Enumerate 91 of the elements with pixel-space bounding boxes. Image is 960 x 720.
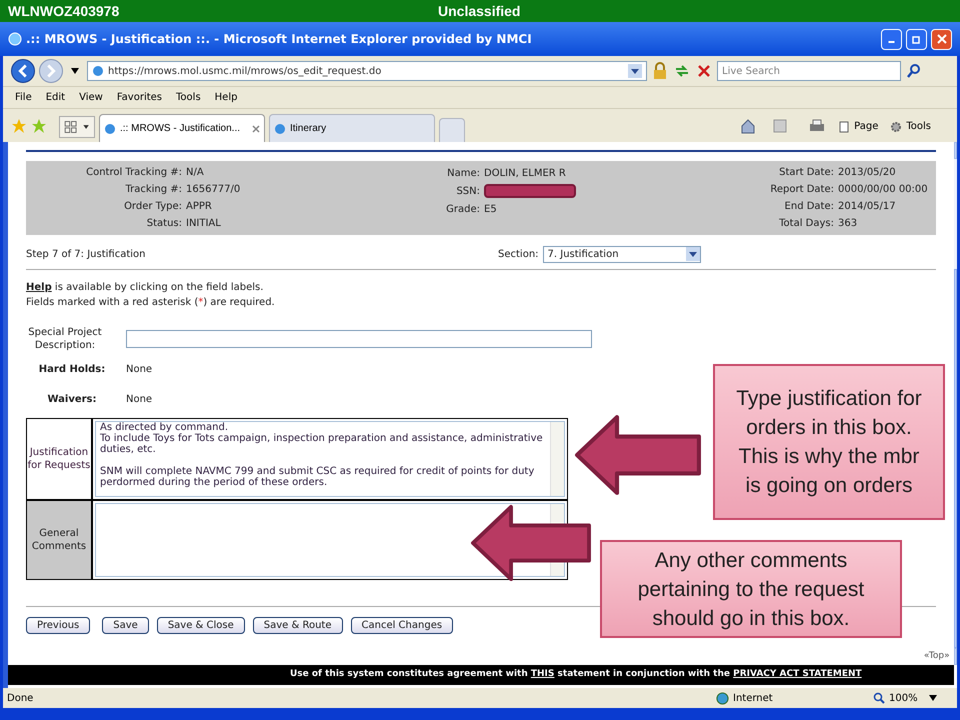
zone-label: Internet xyxy=(733,692,774,706)
menu-item[interactable]: Favorites xyxy=(116,90,162,105)
callout-note: Any other comments pertaining to the request should go in this box. xyxy=(600,540,902,638)
host-name: WLNWOZ403978 xyxy=(8,2,120,20)
form-button[interactable]: Previous xyxy=(26,617,90,634)
grid-icon[interactable] xyxy=(59,116,95,138)
summary-label: Total Days: xyxy=(778,217,834,231)
menu-item[interactable]: Edit xyxy=(46,90,66,105)
top-link[interactable]: «Top» xyxy=(924,650,950,663)
globe-icon xyxy=(8,32,22,46)
field-label[interactable]: Justification for Requests xyxy=(27,419,93,499)
summary-label: End Date: xyxy=(784,200,834,214)
summary-label: Control Tracking #: xyxy=(85,166,182,180)
caret-icon xyxy=(686,247,700,261)
home-icon[interactable] xyxy=(740,118,756,134)
help-text: Help is available by clicking on the field labels. xyxy=(26,281,264,295)
privacy-link[interactable]: PRIVACY ACT STATEMENT xyxy=(733,669,862,680)
footer-text: Use of this system constitutes agreement with THIS statement in conjunction with the PRIVACY ACT STATEMENT xyxy=(290,668,862,682)
summary-label: Status: xyxy=(146,217,182,231)
menu-item[interactable]: File xyxy=(15,90,32,105)
gear-icon xyxy=(890,120,902,132)
globe-icon xyxy=(716,692,729,704)
text-area[interactable]: As directed by command. To include Toys for Tots campaign, inspection preparation and assistance, administrative duties, etc. SNM will complete NAVMC 799 and submit CSC as required for credit of points for duty perdormed during the period of these orders. xyxy=(95,421,565,497)
summary-value: 2013/05/20 xyxy=(838,166,896,180)
lock-icon xyxy=(651,62,669,80)
summary-label: Grade: xyxy=(445,202,480,216)
help-link[interactable]: Help xyxy=(26,282,52,293)
section-dropdown[interactable]: 7. Justification xyxy=(542,246,701,262)
field-label[interactable]: Special Project Description: xyxy=(26,326,104,352)
summary-value: INITIAL xyxy=(186,217,221,231)
summary-value: 2014/05/17 xyxy=(838,200,896,214)
summary-value: APPR xyxy=(186,200,212,214)
caret-icon[interactable] xyxy=(628,64,642,78)
field-value: None xyxy=(126,392,152,406)
status-text: Done xyxy=(7,692,34,706)
dropdown-icon[interactable] xyxy=(71,68,79,74)
menu-item[interactable]: View xyxy=(79,90,103,105)
field-value: None xyxy=(126,362,152,376)
close-icon[interactable] xyxy=(252,124,260,132)
summary-value: 0000/00/00 00:00 xyxy=(838,183,928,197)
required-note: Fields marked with a red asterisk (*) are required. xyxy=(26,296,276,310)
form-button[interactable]: Save & Route xyxy=(252,617,342,634)
summary-value: 1656777/0 xyxy=(186,183,240,197)
classification-label: Unclassified xyxy=(438,2,520,20)
step-label: Step 7 of 7: Justification xyxy=(26,248,146,262)
zoom-level[interactable]: 100% xyxy=(889,690,929,706)
summary-label: SSN: xyxy=(455,184,480,198)
summary-value: E5 xyxy=(484,202,497,216)
menu-item[interactable]: Tools xyxy=(176,90,201,105)
form-button[interactable]: Save xyxy=(102,617,149,634)
zoom-icon[interactable] xyxy=(873,692,885,704)
caret-icon[interactable] xyxy=(929,695,937,701)
address-field[interactable]: https://mrows.mol.usmc.mil/mrows/os_edit_request.do xyxy=(87,61,647,81)
search-field[interactable]: Live Search xyxy=(717,61,901,81)
scrollbar[interactable] xyxy=(954,142,957,665)
globe-icon xyxy=(104,122,116,134)
this-link[interactable]: THIS xyxy=(530,669,554,680)
field-label: Waivers: xyxy=(46,392,98,406)
close-icon xyxy=(936,34,946,44)
back-button[interactable] xyxy=(11,59,35,83)
globe-icon xyxy=(274,122,286,134)
field-label: Hard Holds: xyxy=(38,362,106,376)
url-text: https://mrows.mol.usmc.mil/mrows/os_edit_request.do xyxy=(108,64,382,78)
form-button[interactable]: Save & Close xyxy=(156,617,245,634)
special-project-field[interactable] xyxy=(126,330,592,348)
summary-label: Start Date: xyxy=(778,166,834,180)
command-button[interactable]: Page xyxy=(838,119,878,134)
form-button[interactable]: Cancel Changes xyxy=(350,617,454,634)
close-button[interactable] xyxy=(931,28,952,50)
field-label[interactable]: General Comments xyxy=(27,501,93,579)
menu-item[interactable]: Help xyxy=(214,90,238,105)
browser-tab[interactable]: Itinerary xyxy=(269,114,435,142)
window-title: .:: MROWS - Justification ::. - Microsoft Internet Explorer provided by NMCI xyxy=(26,31,533,48)
summary-value: N/A xyxy=(186,166,204,180)
callout-note: Type justification for orders in this box. This is why the mbr is going on orders xyxy=(713,364,945,520)
summary-label: Order Type: xyxy=(123,200,182,214)
summary-label: Name: xyxy=(446,166,480,180)
command-button[interactable]: Tools xyxy=(890,119,931,134)
restore-icon xyxy=(912,34,922,44)
summary-value: 363 xyxy=(838,217,858,231)
printer-icon[interactable] xyxy=(808,118,826,134)
summary-value: DOLIN, ELMER R xyxy=(484,166,566,180)
summary-label: Tracking #: xyxy=(124,183,182,197)
section-label: Section: xyxy=(498,248,539,262)
minimize-icon xyxy=(888,41,895,43)
restore-button[interactable] xyxy=(906,28,927,50)
browser-tab[interactable]: .:: MROWS - Justification... xyxy=(99,114,265,142)
minimize-button[interactable] xyxy=(881,28,902,50)
search-icon[interactable] xyxy=(905,62,923,80)
summary-label: Report Date: xyxy=(769,183,834,197)
star-icon[interactable] xyxy=(11,118,27,134)
